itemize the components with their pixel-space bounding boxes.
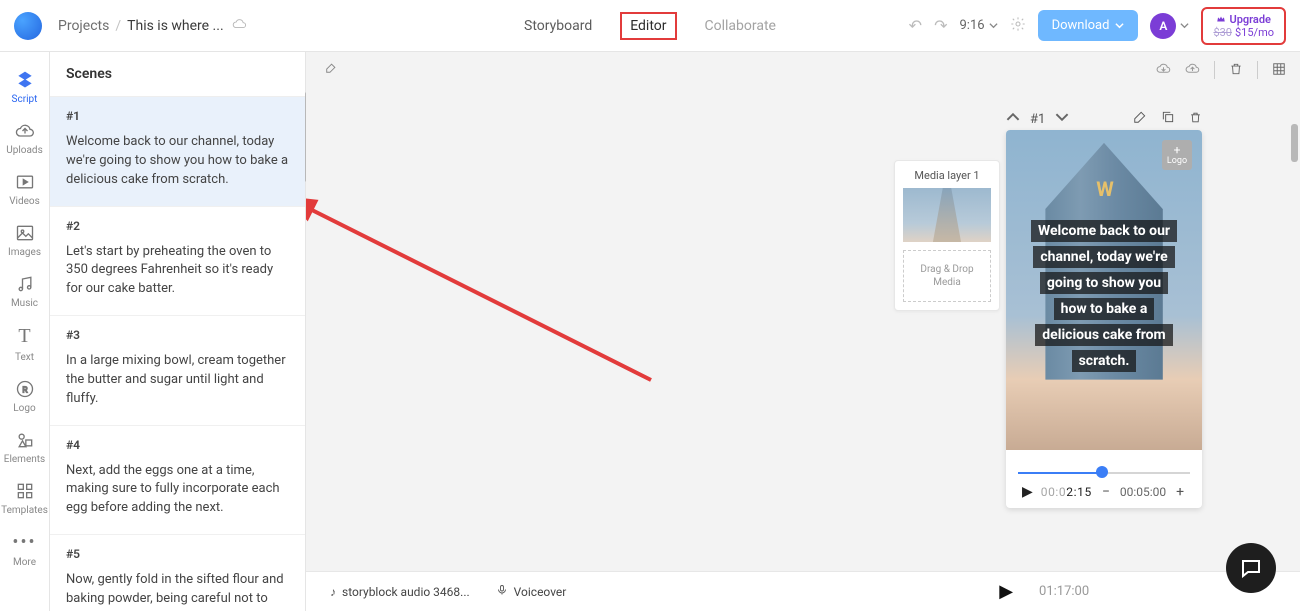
duplicate-icon[interactable] bbox=[1161, 110, 1175, 128]
chat-support-icon[interactable] bbox=[1226, 543, 1276, 593]
rail-uploads[interactable]: Uploads bbox=[0, 113, 49, 164]
preview-current-time: 00:02:15 bbox=[1041, 485, 1092, 499]
left-rail: Script Uploads Videos Images Music T Tex… bbox=[0, 52, 50, 611]
breadcrumb-separator: / bbox=[115, 18, 121, 34]
trim-plus-icon[interactable]: + bbox=[1174, 484, 1186, 500]
scene-item-1[interactable]: #1 Welcome back to our channel, today we… bbox=[50, 97, 305, 207]
scene-text: Now, gently fold in the sifted flour and… bbox=[66, 571, 289, 611]
tab-collaborate[interactable]: Collaborate bbox=[699, 14, 782, 38]
scene-item-4[interactable]: #4 Next, add the eggs one at a time, mak… bbox=[50, 426, 305, 536]
settings-gear-icon[interactable] bbox=[1010, 16, 1026, 36]
scene-current-number: #1 bbox=[1030, 112, 1045, 127]
scene-number: #4 bbox=[66, 438, 289, 452]
media-thumbnail[interactable] bbox=[903, 188, 991, 242]
scene-item-3[interactable]: #3 In a large mixing bowl, cream togethe… bbox=[50, 316, 305, 426]
breadcrumb-title[interactable]: This is where ... bbox=[127, 18, 224, 34]
undo-icon[interactable]: ↶ bbox=[909, 16, 922, 35]
caption-text[interactable]: Welcome back to our channel, today we're… bbox=[1014, 220, 1194, 372]
rail-music[interactable]: Music bbox=[0, 266, 49, 317]
rail-text[interactable]: T Text bbox=[0, 317, 49, 371]
mode-tabs: Storyboard Editor Collaborate bbox=[518, 12, 782, 40]
music-note-icon: ♪ bbox=[330, 585, 336, 599]
breadcrumb: Projects / This is where ... bbox=[58, 18, 247, 34]
canvas-workspace: #1 Media layer 1 Drag & Drop Media W bbox=[306, 52, 1300, 611]
trash-icon[interactable] bbox=[1229, 61, 1243, 80]
scene-header-controls: #1 bbox=[1006, 110, 1202, 128]
scene-number: #3 bbox=[66, 328, 289, 342]
rail-images[interactable]: Images bbox=[0, 215, 49, 266]
preview-image[interactable]: W +Logo Welcome back to our channel, tod… bbox=[1006, 130, 1202, 450]
rail-logo[interactable]: R Logo bbox=[0, 371, 49, 422]
preview-duration: 00:05:00 bbox=[1120, 485, 1166, 499]
svg-text:R: R bbox=[22, 385, 27, 395]
scene-text: Next, add the eggs one at a time, making… bbox=[66, 462, 289, 519]
rail-videos[interactable]: Videos bbox=[0, 164, 49, 215]
preview-slider[interactable] bbox=[1018, 470, 1190, 476]
scenes-title: Scenes bbox=[50, 52, 305, 97]
trim-minus-icon[interactable]: − bbox=[1100, 484, 1112, 500]
download-cloud-icon[interactable] bbox=[1156, 61, 1171, 80]
scenes-panel: Scenes #1 Welcome back to our channel, t… bbox=[50, 52, 306, 611]
media-layer-title: Media layer 1 bbox=[903, 169, 991, 182]
rail-more[interactable]: ••• More bbox=[0, 524, 49, 576]
rail-elements[interactable]: Elements bbox=[0, 422, 49, 473]
user-avatar[interactable]: A bbox=[1150, 13, 1176, 39]
delete-icon[interactable] bbox=[1189, 111, 1202, 128]
preview-play-icon[interactable]: ▶ bbox=[1022, 484, 1033, 500]
scene-item-2[interactable]: #2 Let's start by preheating the oven to… bbox=[50, 207, 305, 317]
cloud-sync-icon[interactable] bbox=[232, 18, 247, 34]
rail-script[interactable]: Script bbox=[0, 62, 49, 113]
upgrade-button[interactable]: Upgrade $30$15/mo bbox=[1201, 7, 1286, 45]
logo-placeholder[interactable]: +Logo bbox=[1162, 140, 1192, 170]
timeline-play-icon[interactable]: ▶ bbox=[999, 581, 1013, 602]
tab-storyboard[interactable]: Storyboard bbox=[518, 14, 598, 38]
avatar-menu-icon[interactable] bbox=[1180, 21, 1189, 30]
timeline-duration: 01:17:00 bbox=[1039, 584, 1089, 599]
scene-prev-icon[interactable] bbox=[1006, 110, 1020, 128]
media-layer-card[interactable]: Media layer 1 Drag & Drop Media bbox=[894, 160, 1000, 311]
scene-preview: W +Logo Welcome back to our channel, tod… bbox=[1006, 130, 1202, 508]
preview-controls: ▶ 00:02:15 − 00:05:00 + bbox=[1006, 484, 1202, 500]
crown-icon bbox=[1216, 14, 1226, 24]
scene-text: In a large mixing bowl, cream together t… bbox=[66, 352, 289, 409]
media-drop-zone[interactable]: Drag & Drop Media bbox=[903, 250, 991, 302]
scene-text: Let's start by preheating the oven to 35… bbox=[66, 243, 289, 300]
grid-icon[interactable] bbox=[1272, 61, 1286, 80]
brush-icon[interactable] bbox=[324, 62, 337, 78]
scene-next-icon[interactable] bbox=[1055, 110, 1069, 128]
aspect-ratio[interactable]: 9:16 bbox=[959, 18, 997, 33]
top-bar-right: ↶ ↷ 9:16 Download A Upgrade $30$15/mo bbox=[909, 7, 1286, 45]
tab-editor[interactable]: Editor bbox=[620, 12, 676, 40]
scene-list[interactable]: #1 Welcome back to our channel, today we… bbox=[50, 97, 305, 611]
top-bar: Projects / This is where ... Storyboard … bbox=[0, 0, 1300, 52]
scene-item-5[interactable]: #5 Now, gently fold in the sifted flour … bbox=[50, 535, 305, 611]
breadcrumb-root[interactable]: Projects bbox=[58, 18, 109, 34]
redo-icon[interactable]: ↷ bbox=[934, 16, 947, 35]
edit-icon[interactable] bbox=[1133, 110, 1147, 128]
workspace-scrollbar[interactable] bbox=[1291, 124, 1298, 162]
scene-text: Welcome back to our channel, today we're… bbox=[66, 133, 289, 190]
rail-templates[interactable]: Templates bbox=[0, 473, 49, 524]
upload-cloud-icon[interactable] bbox=[1185, 61, 1200, 80]
scene-number: #2 bbox=[66, 219, 289, 233]
audio-track[interactable]: ♪ storyblock audio 3468... bbox=[330, 585, 470, 599]
microphone-icon bbox=[496, 584, 508, 599]
voiceover-track[interactable]: Voiceover bbox=[496, 584, 567, 599]
scene-number: #5 bbox=[66, 547, 289, 561]
scene-number: #1 bbox=[66, 109, 289, 123]
app-logo[interactable] bbox=[14, 12, 42, 40]
workspace-toolbar bbox=[306, 52, 1300, 88]
download-button[interactable]: Download bbox=[1038, 10, 1139, 41]
timeline-bar: ♪ storyblock audio 3468... Voiceover ▶ 0… bbox=[306, 571, 1300, 611]
